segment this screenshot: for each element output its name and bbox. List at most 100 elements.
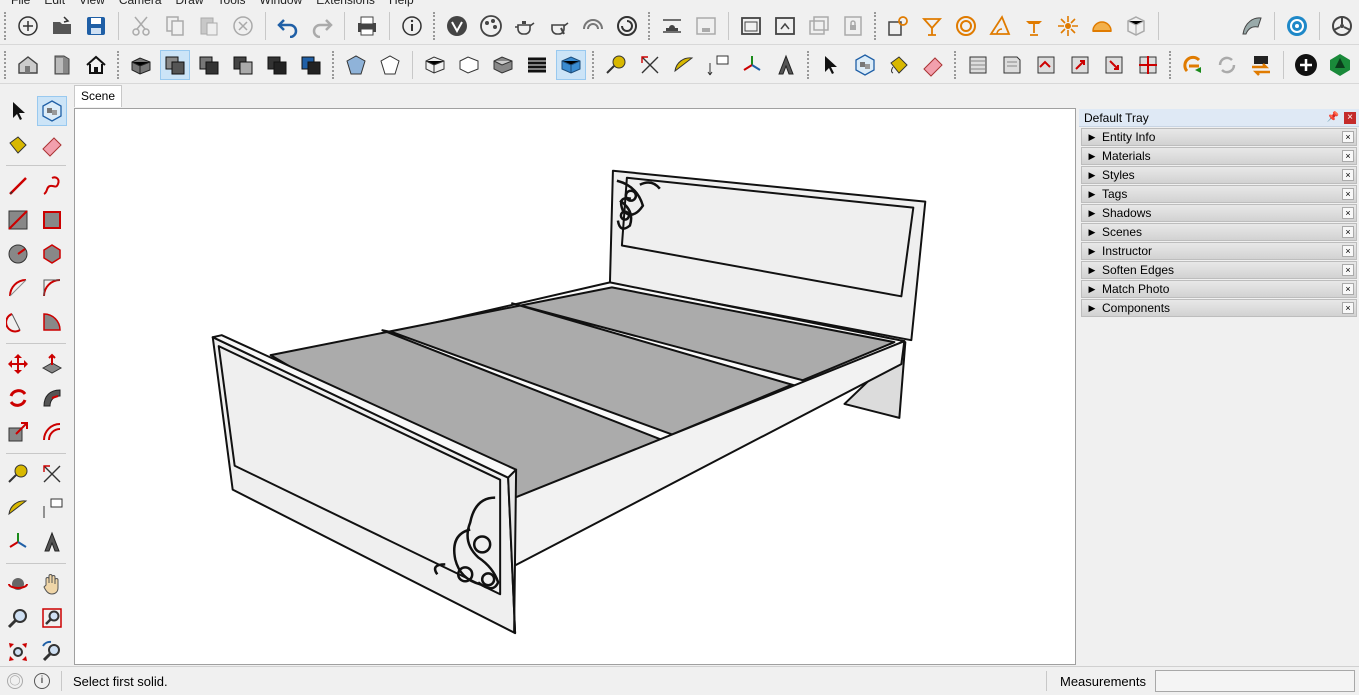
model-viewport[interactable] <box>74 108 1076 665</box>
menu-view[interactable]: View <box>72 0 112 7</box>
copy-button[interactable] <box>160 11 190 41</box>
xray-button[interactable] <box>341 50 371 80</box>
menu-edit[interactable]: Edit <box>37 0 72 7</box>
menu-draw[interactable]: Draw <box>169 0 211 7</box>
rotate-tool[interactable] <box>3 383 33 413</box>
scene-transfer-button[interactable] <box>1246 50 1276 80</box>
section-4-button[interactable] <box>1065 50 1095 80</box>
dimensions-button[interactable] <box>635 50 665 80</box>
close-icon[interactable]: × <box>1342 226 1354 238</box>
close-icon[interactable]: × <box>1342 302 1354 314</box>
toolbar-grip[interactable] <box>4 50 8 79</box>
vray-render-button[interactable] <box>510 11 540 41</box>
vray-dome-button[interactable] <box>657 11 687 41</box>
door-button[interactable] <box>47 50 77 80</box>
close-icon[interactable]: × <box>1342 150 1354 162</box>
tray-panel-materials[interactable]: ▶ Materials × <box>1081 147 1357 165</box>
paste-button[interactable] <box>194 11 224 41</box>
shaded-textures-button[interactable] <box>522 50 552 80</box>
section-5-button[interactable] <box>1099 50 1129 80</box>
rectangle-tool[interactable] <box>3 205 33 235</box>
monochrome-button[interactable] <box>556 49 586 80</box>
arc-tool[interactable] <box>3 273 33 303</box>
sun-button[interactable] <box>1053 11 1083 41</box>
expand-triangle-icon[interactable]: ▶ <box>1082 265 1102 276</box>
open-button[interactable] <box>47 11 77 41</box>
close-icon[interactable]: × <box>1342 169 1354 181</box>
axes-tool[interactable] <box>3 527 33 557</box>
protractor-tool[interactable] <box>3 493 33 523</box>
menu-file[interactable]: File <box>4 0 37 7</box>
offset-tool[interactable] <box>37 417 67 447</box>
proxy-button[interactable] <box>1121 11 1151 41</box>
redo-button[interactable] <box>307 11 337 41</box>
ies-light-button[interactable] <box>985 11 1015 41</box>
follow-me-tool[interactable] <box>37 383 67 413</box>
toolbar-grip[interactable] <box>433 11 437 40</box>
close-icon[interactable]: × <box>1342 245 1354 257</box>
text-button[interactable] <box>703 50 733 80</box>
select-tool[interactable] <box>3 96 33 126</box>
polygon-tool[interactable] <box>37 239 67 269</box>
undo-button[interactable] <box>273 11 303 41</box>
scene-tab[interactable]: Scene 1 <box>74 85 123 123</box>
toolbar-grip[interactable] <box>592 50 596 79</box>
print-button[interactable] <box>352 11 382 41</box>
menu-window[interactable]: Window <box>253 0 310 7</box>
zoom-window-tool[interactable] <box>37 603 67 633</box>
subtract-button[interactable] <box>262 50 292 80</box>
expand-triangle-icon[interactable]: ▶ <box>1082 227 1102 238</box>
tray-panel-styles[interactable]: ▶ Styles × <box>1081 166 1357 184</box>
close-icon[interactable]: × <box>1342 264 1354 276</box>
three-point-arc-tool[interactable] <box>3 307 33 337</box>
menu-help[interactable]: Help <box>382 0 421 7</box>
make-component-tool[interactable] <box>37 96 67 126</box>
expand-triangle-icon[interactable]: ▶ <box>1082 208 1102 219</box>
pie-tool[interactable] <box>37 307 67 337</box>
toolbar-grip[interactable] <box>807 50 811 79</box>
section-plane-button[interactable] <box>963 50 993 80</box>
model-info-button[interactable] <box>397 11 427 41</box>
component-button[interactable] <box>850 50 880 80</box>
expand-triangle-icon[interactable]: ▶ <box>1082 132 1102 143</box>
close-icon[interactable]: × <box>1342 131 1354 143</box>
tray-panel-match-photo[interactable]: ▶ Match Photo × <box>1081 280 1357 298</box>
tray-panel-entity-info[interactable]: ▶ Entity Info × <box>1081 128 1357 146</box>
expand-triangle-icon[interactable]: ▶ <box>1082 170 1102 181</box>
zoom-extents-tool[interactable] <box>3 637 33 667</box>
protractor-button[interactable] <box>669 50 699 80</box>
extension-warehouse-button[interactable] <box>1178 50 1208 80</box>
cut-button[interactable] <box>126 11 156 41</box>
expand-triangle-icon[interactable]: ▶ <box>1082 246 1102 257</box>
axes-button[interactable] <box>737 50 767 80</box>
vray-button[interactable] <box>442 11 472 41</box>
expand-triangle-icon[interactable]: ▶ <box>1082 189 1102 200</box>
toolbar-grip[interactable] <box>874 11 878 40</box>
move-tool[interactable] <box>3 349 33 379</box>
info-icon[interactable]: i <box>34 673 50 689</box>
trim-button[interactable] <box>296 50 326 80</box>
close-icon[interactable]: × <box>1342 283 1354 295</box>
text-tool[interactable] <box>37 493 67 523</box>
paint-bucket-button[interactable] <box>884 50 914 80</box>
toolbar-grip[interactable] <box>1169 50 1173 79</box>
dome-light-button[interactable] <box>1087 11 1117 41</box>
solid-tools-button[interactable] <box>126 50 156 80</box>
select-button[interactable] <box>816 50 846 80</box>
push-pull-tool[interactable] <box>37 349 67 379</box>
add-button[interactable] <box>1291 50 1321 80</box>
measurements-input[interactable] <box>1155 670 1355 692</box>
section-3-button[interactable] <box>1031 50 1061 80</box>
line-tool[interactable] <box>3 171 33 201</box>
dimension-tool[interactable] <box>37 459 67 489</box>
close-icon[interactable]: × <box>1344 112 1356 124</box>
tray-panel-soften-edges[interactable]: ▶ Soften Edges × <box>1081 261 1357 279</box>
home-button[interactable] <box>81 50 111 80</box>
lights-button[interactable] <box>883 11 913 41</box>
intersect-button[interactable] <box>194 50 224 80</box>
tray-panel-tags[interactable]: ▶ Tags × <box>1081 185 1357 203</box>
tray-panel-shadows[interactable]: ▶ Shadows × <box>1081 204 1357 222</box>
back-edges-button[interactable] <box>375 50 405 80</box>
lock-button[interactable] <box>838 11 868 41</box>
pin-icon[interactable]: 📌 <box>1327 112 1339 123</box>
